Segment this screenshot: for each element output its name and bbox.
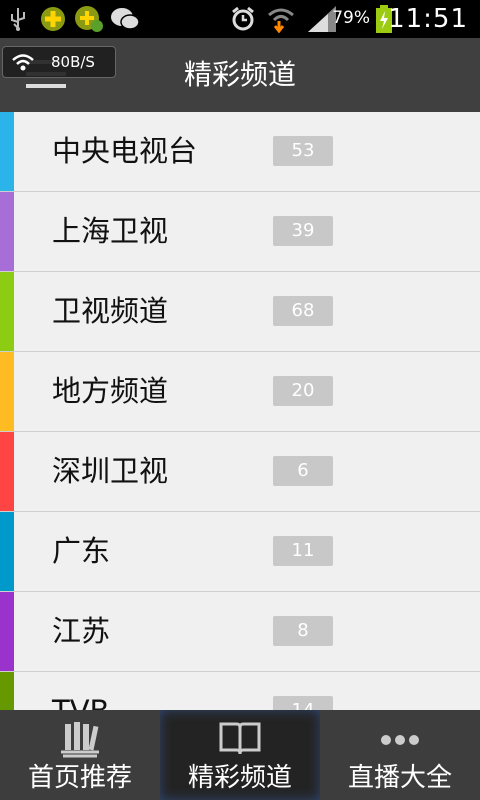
channel-name: 中央电视台 bbox=[52, 134, 198, 168]
channel-color-bar bbox=[0, 192, 14, 271]
alarm-icon bbox=[228, 6, 258, 32]
library-icon bbox=[57, 718, 103, 762]
channel-name: 广东 bbox=[52, 534, 111, 568]
wifi-icon bbox=[12, 54, 34, 71]
channel-name: 地方频道 bbox=[52, 374, 169, 408]
tab-label: 精彩频道 bbox=[187, 763, 292, 793]
tab-home-recommend[interactable]: 首页推荐 bbox=[0, 710, 160, 800]
channel-row[interactable]: 上海卫视 39 bbox=[0, 192, 480, 272]
network-speed: 80B/S bbox=[51, 53, 95, 71]
channel-color-bar bbox=[0, 512, 14, 591]
channel-color-bar bbox=[0, 432, 14, 511]
open-book-icon bbox=[217, 718, 263, 762]
channel-name: 江苏 bbox=[52, 614, 111, 648]
channel-name: TVB bbox=[52, 672, 109, 710]
game-center-icon bbox=[38, 6, 68, 32]
clock: 11:51 bbox=[388, 4, 468, 34]
channel-count-badge: 20 bbox=[273, 376, 333, 406]
usb-icon bbox=[8, 6, 28, 32]
channel-color-bar bbox=[0, 112, 14, 191]
channel-count-badge: 6 bbox=[273, 456, 333, 486]
channel-count-badge: 8 bbox=[273, 616, 333, 646]
tab-live-all[interactable]: 直播大全 bbox=[320, 710, 480, 800]
wifi-download-icon bbox=[266, 6, 296, 33]
tab-label: 直播大全 bbox=[347, 763, 452, 793]
channel-count-badge: 68 bbox=[273, 296, 333, 326]
wechat-icon bbox=[110, 6, 140, 32]
channel-list[interactable]: 中央电视台 53 上海卫视 39 卫视频道 68 地方频道 20 深圳卫视 6 … bbox=[0, 112, 480, 710]
channel-name: 上海卫视 bbox=[52, 214, 169, 248]
channel-row[interactable]: 地方频道 20 bbox=[0, 352, 480, 432]
channel-count-badge: 14 bbox=[273, 696, 333, 710]
network-speed-badge: 80B/S bbox=[2, 46, 116, 78]
status-bar: 79% 11:51 bbox=[0, 0, 480, 38]
tab-label: 首页推荐 bbox=[27, 763, 132, 793]
channel-row[interactable]: 广东 11 bbox=[0, 512, 480, 592]
battery-percent: 79% bbox=[332, 8, 370, 28]
channel-count-badge: 11 bbox=[273, 536, 333, 566]
channel-count-badge: 53 bbox=[273, 136, 333, 166]
channel-name: 卫视频道 bbox=[52, 294, 169, 328]
bottom-tab-bar: 首页推荐 精彩频道 直播大全 bbox=[0, 710, 480, 800]
channel-row[interactable]: 卫视频道 68 bbox=[0, 272, 480, 352]
channel-row[interactable]: 江苏 8 bbox=[0, 592, 480, 672]
channel-name: 深圳卫视 bbox=[52, 454, 169, 488]
channel-row[interactable]: 深圳卫视 6 bbox=[0, 432, 480, 512]
tab-featured-channels[interactable]: 精彩频道 bbox=[160, 710, 320, 800]
channel-row[interactable]: TVB 14 bbox=[0, 672, 480, 710]
channel-color-bar bbox=[0, 672, 14, 710]
more-dots-icon bbox=[377, 718, 423, 762]
channel-color-bar bbox=[0, 592, 14, 671]
channel-color-bar bbox=[0, 352, 14, 431]
channel-color-bar bbox=[0, 272, 14, 351]
channel-count-badge: 39 bbox=[273, 216, 333, 246]
channel-row[interactable]: 中央电视台 53 bbox=[0, 112, 480, 192]
group-app-icon bbox=[74, 6, 104, 32]
